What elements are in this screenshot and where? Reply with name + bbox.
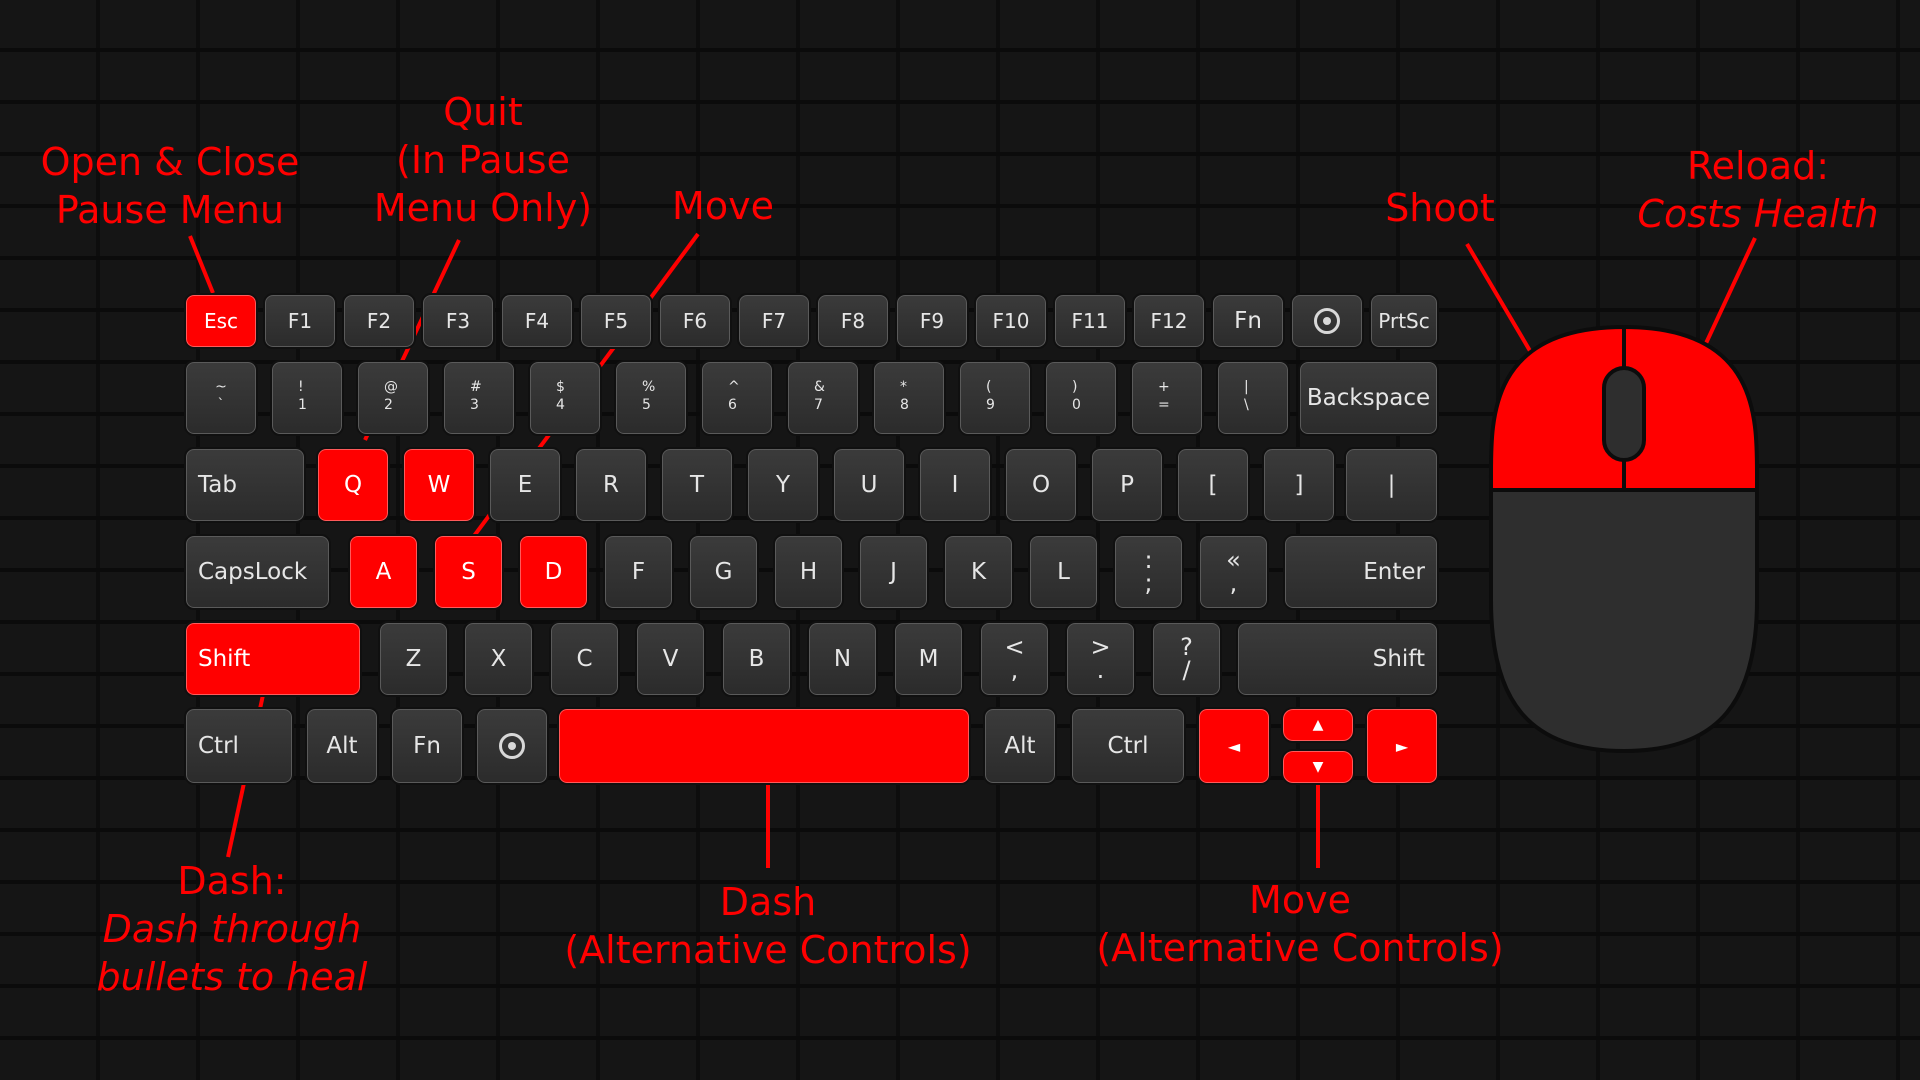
key-f9[interactable]: F9 (895, 293, 969, 349)
key-comma[interactable]: <, (979, 621, 1050, 697)
key-settings-top[interactable] (1290, 293, 1364, 349)
key-arrow-down[interactable]: ▼ (1281, 749, 1355, 785)
annotation-reload: Reload: Costs Health (1637, 144, 1879, 236)
annotation-pause-menu: Open & Close Pause Menu (40, 140, 300, 232)
key-capslock[interactable]: CapsLock (184, 534, 331, 610)
key-arrow-right[interactable]: ► (1365, 707, 1439, 785)
annotation-dash-alt: Dash (Alternative Controls) (564, 880, 972, 972)
key-semicolon[interactable]: :; (1113, 534, 1184, 610)
key-slash[interactable]: ? / (1151, 621, 1222, 697)
key-t[interactable]: T (660, 447, 734, 523)
key-space[interactable] (557, 707, 971, 785)
key-8[interactable]: * 8 (872, 360, 946, 436)
key-s[interactable]: S (433, 534, 504, 610)
key-enter[interactable]: Enter (1283, 534, 1439, 610)
key-7[interactable]: & 7 (786, 360, 860, 436)
annotation-dash: Dash: Dash through bullets to heal (96, 859, 368, 999)
key-alt-left[interactable]: Alt (305, 707, 379, 785)
key-a[interactable]: A (348, 534, 419, 610)
key-f6[interactable]: F6 (658, 293, 732, 349)
key-4[interactable]: $4 (528, 360, 602, 436)
gear-icon (1314, 308, 1340, 334)
key-o[interactable]: O (1004, 447, 1078, 523)
key-2[interactable]: @2 (356, 360, 430, 436)
key-f2[interactable]: F2 (342, 293, 416, 349)
key-d[interactable]: D (518, 534, 589, 610)
key-shift-right[interactable]: Shift (1236, 621, 1439, 697)
key-5[interactable]: % 5 (614, 360, 688, 436)
key-backslash[interactable]: | \ (1216, 360, 1290, 436)
key-w[interactable]: W (402, 447, 476, 523)
key-quote[interactable]: «, (1198, 534, 1269, 610)
key-f12[interactable]: F12 (1132, 293, 1206, 349)
key-m[interactable]: M (893, 621, 964, 697)
key-1[interactable]: ! 1 (270, 360, 344, 436)
key-ctrl-left[interactable]: Ctrl (184, 707, 294, 785)
key-f3[interactable]: F3 (421, 293, 495, 349)
key-q[interactable]: Q (316, 447, 390, 523)
key-bracket-right[interactable]: ] (1262, 447, 1336, 523)
key-alt-right[interactable]: Alt (983, 707, 1057, 785)
key-backspace[interactable]: Backspace (1298, 360, 1439, 436)
key-z[interactable]: Z (378, 621, 449, 697)
key-3[interactable]: #3 (442, 360, 516, 436)
key-ctrl-right[interactable]: Ctrl (1070, 707, 1186, 785)
key-u[interactable]: U (832, 447, 906, 523)
key-f7[interactable]: F7 (737, 293, 811, 349)
key-v[interactable]: V (635, 621, 706, 697)
mouse-scroll-wheel (1602, 366, 1646, 462)
key-l[interactable]: L (1028, 534, 1099, 610)
key-p[interactable]: P (1090, 447, 1164, 523)
key-tab[interactable]: Tab (184, 447, 306, 523)
key-9[interactable]: (9 (958, 360, 1032, 436)
key-e[interactable]: E (488, 447, 562, 523)
key-f[interactable]: F (603, 534, 674, 610)
key-pipe[interactable]: | (1344, 447, 1439, 523)
key-h[interactable]: H (773, 534, 844, 610)
key-f1[interactable]: F1 (263, 293, 337, 349)
key-equals[interactable]: + = (1130, 360, 1204, 436)
key-f4[interactable]: F4 (500, 293, 574, 349)
key-f11[interactable]: F11 (1053, 293, 1127, 349)
key-settings[interactable] (475, 707, 549, 785)
key-arrow-up[interactable]: ▲ (1281, 707, 1355, 743)
key-b[interactable]: B (721, 621, 792, 697)
key-j[interactable]: J (858, 534, 929, 610)
key-x[interactable]: X (463, 621, 534, 697)
key-f5[interactable]: F5 (579, 293, 653, 349)
key-0[interactable]: ) 0 (1044, 360, 1118, 436)
key-i[interactable]: I (918, 447, 992, 523)
key-fn-top[interactable]: Fn (1211, 293, 1285, 349)
gear-icon (499, 733, 525, 759)
annotation-shoot: Shoot (1385, 186, 1495, 230)
key-tilde[interactable]: ~ ` (184, 360, 258, 436)
key-fn[interactable]: Fn (390, 707, 464, 785)
key-r[interactable]: R (574, 447, 648, 523)
key-k[interactable]: K (943, 534, 1014, 610)
key-y[interactable]: Y (746, 447, 820, 523)
key-g[interactable]: G (688, 534, 759, 610)
key-f8[interactable]: F8 (816, 293, 890, 349)
key-arrow-left[interactable]: ◄ (1197, 707, 1271, 785)
key-c[interactable]: C (549, 621, 620, 697)
key-shift-left[interactable]: Shift (184, 621, 362, 697)
key-f10[interactable]: F10 (974, 293, 1048, 349)
key-bracket-left[interactable]: [ (1176, 447, 1250, 523)
key-n[interactable]: N (807, 621, 878, 697)
key-period[interactable]: >. (1065, 621, 1136, 697)
annotation-move: Move (672, 184, 774, 228)
annotation-move-alt: Move (Alternative Controls) (1096, 878, 1504, 970)
annotation-quit: Quit (In Pause Menu Only) (373, 90, 593, 230)
key-6[interactable]: ^ 6 (700, 360, 774, 436)
key-esc[interactable]: Esc (184, 293, 258, 349)
key-prtsc[interactable]: PrtSc (1369, 293, 1439, 349)
